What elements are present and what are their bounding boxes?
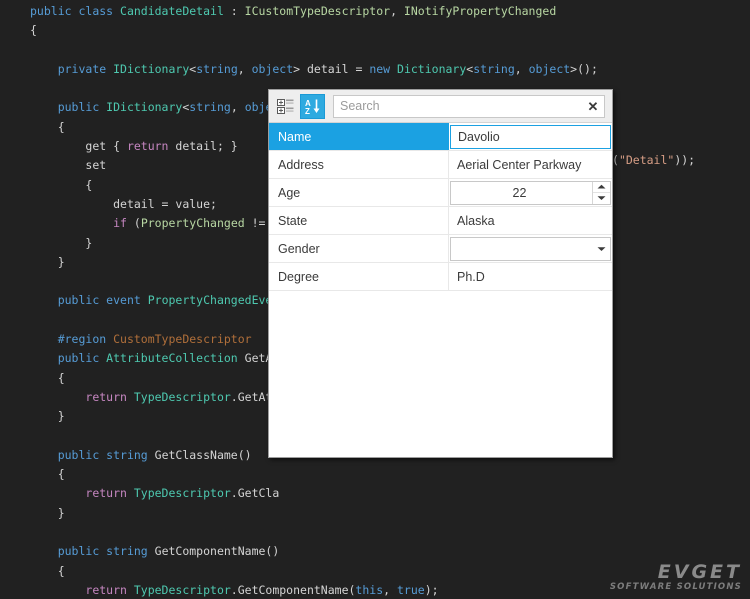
property-value-cell[interactable]: Alaska — [449, 207, 612, 234]
code-line: return TypeDescriptor.GetCla — [0, 484, 750, 503]
age-numeric-stepper[interactable]: 22 — [450, 181, 611, 205]
watermark-title: EVGET — [610, 562, 742, 582]
search-clear-icon[interactable]: ✕ — [582, 96, 604, 117]
table-row[interactable]: Age 22 — [269, 179, 612, 207]
evget-watermark: EVGET SOFTWARE SOLUTIONS — [610, 562, 742, 593]
property-value-cell[interactable]: Ph.D — [449, 263, 612, 290]
property-value-cell[interactable] — [449, 235, 612, 262]
table-row[interactable]: Address Aerial Center Parkway — [269, 151, 612, 179]
alphabetical-sort-button[interactable]: A Z — [300, 94, 325, 119]
property-grid-panel: A Z ✕ Name Davolio Address — [268, 89, 613, 458]
search-field-wrapper[interactable]: ✕ — [333, 95, 605, 118]
categorized-view-button[interactable] — [273, 94, 298, 119]
watermark-subtitle: SOFTWARE SOLUTIONS — [610, 582, 742, 593]
code-line — [0, 523, 750, 542]
code-line: public string GetComponentName() — [0, 542, 750, 561]
svg-text:Z: Z — [305, 107, 310, 115]
name-text-editor[interactable]: Davolio — [450, 125, 611, 149]
table-row[interactable]: State Alaska — [269, 207, 612, 235]
chevron-down-icon[interactable] — [592, 238, 610, 260]
code-line: } — [0, 504, 750, 523]
categorized-grid-icon — [277, 98, 294, 115]
property-value-cell[interactable]: Davolio — [449, 123, 612, 150]
property-name-cell[interactable]: Gender — [269, 235, 449, 262]
stepper-down-button[interactable] — [593, 193, 610, 204]
gender-combo-box[interactable] — [450, 237, 611, 261]
property-name-cell[interactable]: Address — [269, 151, 449, 178]
property-name-cell[interactable]: State — [269, 207, 449, 234]
property-name-cell[interactable]: Degree — [269, 263, 449, 290]
screenshot-root: public class CandidateDetail : ICustomTy… — [0, 0, 750, 599]
property-grid-toolbar: A Z ✕ — [269, 90, 612, 123]
caret-up-icon — [597, 184, 606, 190]
property-name-cell[interactable]: Name — [269, 123, 449, 150]
code-line: { — [0, 465, 750, 484]
code-line: public class CandidateDetail : ICustomTy… — [0, 2, 750, 21]
table-row[interactable]: Name Davolio — [269, 123, 612, 151]
caret-down-icon — [597, 195, 606, 201]
search-input[interactable] — [334, 96, 582, 117]
table-row[interactable]: Gender — [269, 235, 612, 263]
chevron-down-glyph — [597, 246, 606, 252]
property-grid-rows: Name Davolio Address Aerial Center Parkw… — [269, 123, 612, 457]
property-name-cell[interactable]: Age — [269, 179, 449, 206]
property-value-cell[interactable]: Aerial Center Parkway — [449, 151, 612, 178]
property-value-cell[interactable]: 22 — [449, 179, 612, 206]
stepper-buttons[interactable] — [592, 182, 610, 204]
stepper-up-button[interactable] — [593, 182, 610, 194]
code-line: private IDictionary<string, object> deta… — [0, 60, 750, 79]
gender-combo-value — [451, 238, 592, 260]
code-fragment-detail: ("Detail")); — [612, 153, 695, 167]
age-value: 22 — [451, 182, 592, 204]
table-row[interactable]: Degree Ph.D — [269, 263, 612, 291]
code-line: { — [0, 21, 750, 40]
code-line — [0, 41, 750, 60]
sort-az-icon: A Z — [304, 98, 321, 115]
